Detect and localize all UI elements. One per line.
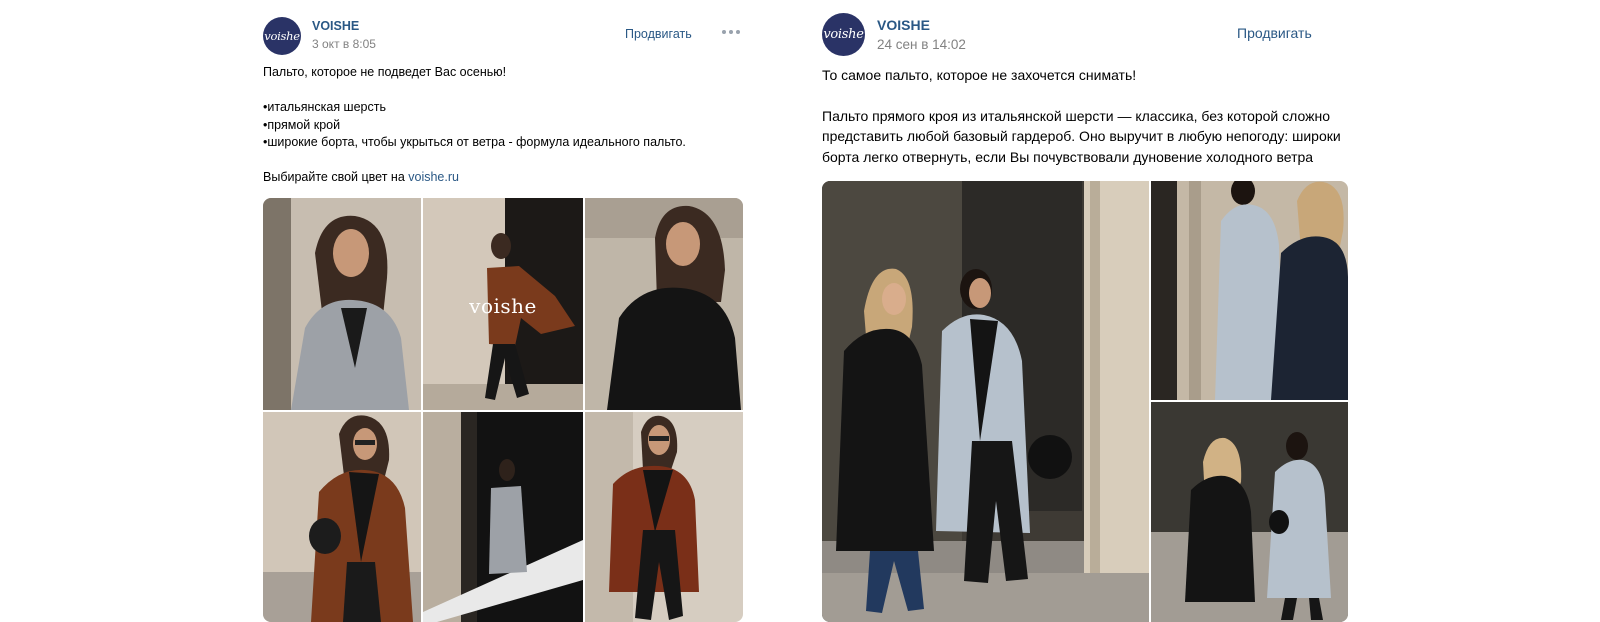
post-bullet: •широкие борта, чтобы укрыться от ветра … (263, 135, 686, 149)
post-cta: Выбирайте свой цвет на voishe.ru (263, 169, 459, 187)
photo-grid: voishe (263, 198, 743, 622)
post-text-line: Пальто прямого кроя из итальянской шерст… (822, 108, 1330, 124)
photo-two-women-walking[interactable] (822, 181, 1149, 622)
post-date[interactable]: 3 окт в 8:05 (312, 37, 376, 51)
photo-light-blue-and-navy-coats[interactable] (1151, 181, 1348, 400)
post-text-line: Пальто, которое не подведет Вас осенью! (263, 65, 507, 79)
photo-black-coat[interactable] (585, 198, 743, 410)
photo-gray-coat[interactable] (263, 198, 421, 410)
photo-brown-coat-sunglasses[interactable] (263, 412, 421, 622)
post-text-line: борта легко отвернуть, если Вы почувство… (822, 149, 1314, 165)
post-date[interactable]: 24 сен в 14:02 (877, 37, 966, 52)
photo-two-women-from-behind[interactable] (1151, 402, 1348, 622)
author-name[interactable]: VOISHE (312, 19, 359, 33)
community-avatar[interactable]: voishe (263, 17, 301, 55)
photo-grid (822, 181, 1348, 622)
promote-button[interactable]: Продвигать (625, 27, 692, 41)
more-dots-icon[interactable] (722, 30, 740, 34)
post-bullet: •итальянская шерсть (263, 100, 386, 114)
photo-gray-coat-corridor[interactable] (423, 412, 583, 622)
promote-button[interactable]: Продвигать (1237, 25, 1312, 41)
post-text-line: То самое пальто, которое не захочется сн… (822, 67, 1137, 83)
photo-rust-coat-walking[interactable] (585, 412, 743, 622)
post-2: voishe VOISHE 24 сен в 14:02 Продвигать … (822, 0, 1348, 622)
author-name[interactable]: VOISHE (877, 17, 930, 33)
post-bullet: •прямой крой (263, 118, 341, 132)
photo-watermark: voishe (469, 294, 537, 318)
photo-brown-coat-walking[interactable]: voishe (423, 198, 583, 410)
avatar-logo-text: voishe (264, 29, 300, 43)
website-link[interactable]: voishe.ru (408, 170, 459, 184)
avatar-logo-text: voishe (823, 27, 864, 42)
post-1: voishe VOISHE 3 окт в 8:05 Продвигать Па… (263, 0, 743, 622)
community-avatar[interactable]: voishe (822, 13, 865, 56)
post-text-line: представить любой базовый гардероб. Оно … (822, 128, 1341, 144)
cta-text: Выбирайте свой цвет на (263, 170, 409, 184)
